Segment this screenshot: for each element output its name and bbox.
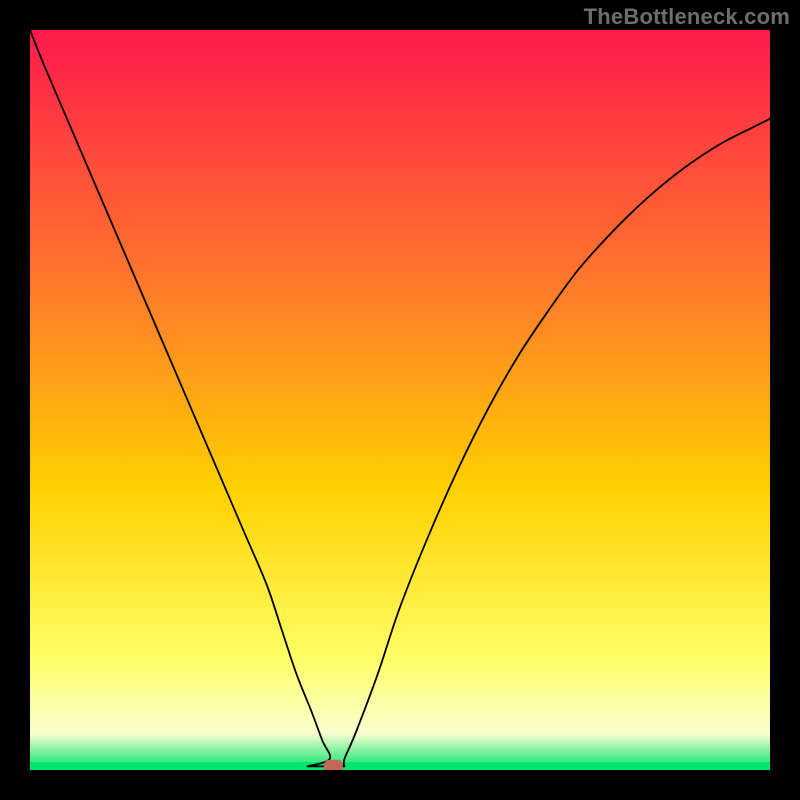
gradient-background	[30, 30, 770, 770]
chart-frame: TheBottleneck.com	[0, 0, 800, 800]
chart-svg	[30, 30, 770, 770]
minimum-marker	[324, 760, 342, 770]
plot-area	[30, 30, 770, 770]
green-baseline-band	[30, 762, 770, 770]
attribution-text: TheBottleneck.com	[584, 4, 790, 30]
